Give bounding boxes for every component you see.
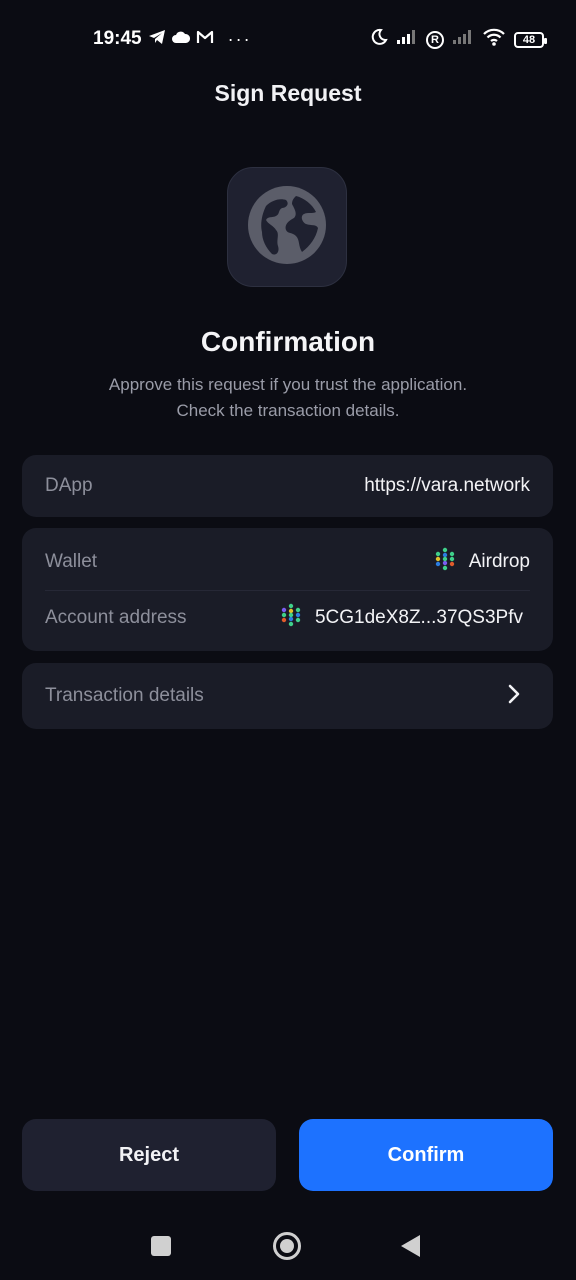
- dapp-row: DApp https://vara.network: [45, 455, 530, 517]
- signal-icon-2: [452, 29, 474, 50]
- subtitle-line-1: Approve this request if you trust the ap…: [108, 375, 468, 394]
- wallet-identicon-icon: [433, 547, 457, 577]
- more-icon: ···: [227, 28, 252, 49]
- account-address-text: 5CG1deX8Z...37QS3Pfv: [314, 607, 523, 628]
- dapp-icon-tile: [227, 167, 347, 287]
- page-title: Sign Request: [214, 80, 362, 106]
- status-bar: 19:45 ··· R 48: [0, 0, 576, 80]
- wallet-card: Wallet Airdrop Account address 5CG1deX8Z…: [22, 528, 553, 651]
- reject-button[interactable]: Reject: [22, 1119, 276, 1191]
- recent-apps-icon[interactable]: [151, 1236, 171, 1256]
- dapp-label: DApp: [45, 475, 93, 496]
- status-time: 19:45: [93, 28, 142, 49]
- transaction-details-label: Transaction details: [45, 685, 204, 706]
- account-address-value[interactable]: 5CG1deX8Z...37QS3Pfv: [279, 603, 523, 633]
- cloud-icon: [171, 30, 190, 48]
- confirm-button[interactable]: Confirm: [299, 1119, 553, 1191]
- account-identicon-icon: [279, 603, 303, 633]
- account-address-label: Account address: [45, 607, 187, 628]
- wallet-label: Wallet: [45, 551, 98, 572]
- subtitle-line-2: Check the transaction details.: [176, 401, 400, 420]
- home-icon[interactable]: [273, 1232, 301, 1260]
- back-icon[interactable]: [401, 1235, 420, 1257]
- registered-icon: R: [426, 30, 444, 49]
- status-right: R 48: [370, 28, 547, 51]
- transaction-details-inner: Transaction details: [45, 663, 530, 729]
- dapp-url: https://vara.network: [364, 475, 530, 496]
- moon-icon: [370, 28, 388, 51]
- battery-icon: 48: [514, 31, 547, 48]
- wallet-name: Airdrop: [468, 551, 530, 572]
- status-left: 19:45 ···: [93, 28, 252, 50]
- confirmation-title: Confirmation: [200, 326, 376, 357]
- dapp-card: DApp https://vara.network: [22, 455, 553, 517]
- system-nav-bar: [0, 1220, 576, 1280]
- chevron-right-icon: [508, 684, 520, 709]
- account-address-row: Account address 5CG1deX8Z...37QS3Pfv: [45, 590, 530, 646]
- gmail-icon: [196, 30, 214, 49]
- globe-icon: [246, 184, 328, 271]
- confirmation-subtitle: Approve this request if you trust the ap…: [0, 372, 576, 424]
- wallet-row: Wallet Airdrop: [45, 534, 530, 590]
- signal-icon: [396, 29, 418, 50]
- wifi-icon: [482, 28, 506, 51]
- transaction-details-row[interactable]: Transaction details: [22, 663, 553, 729]
- telegram-icon: [148, 29, 166, 50]
- wallet-value: Airdrop: [433, 547, 530, 577]
